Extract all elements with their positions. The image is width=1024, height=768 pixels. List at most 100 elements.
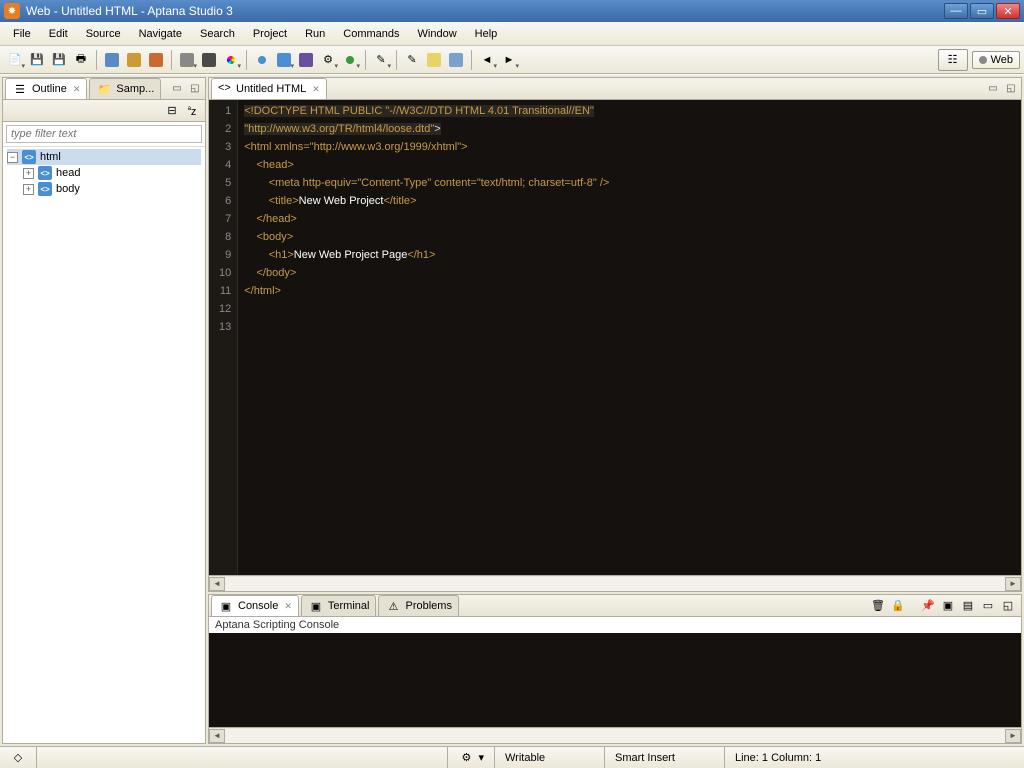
tasks-button[interactable] [445,49,467,71]
web-preview-button[interactable] [198,49,220,71]
tab-outline[interactable]: ☰ Outline ✕ [5,78,87,99]
menu-file[interactable]: File [4,25,40,43]
main-toolbar: 📄 💾 💾 🖶 ⚙ ✎ ✎ ◄ ► ☷ Web [0,46,1024,74]
perspective-label: Web [991,54,1013,66]
window-minimize-button[interactable]: — [944,3,968,19]
html-tag-icon: <> [38,182,52,196]
editor-minimize-button[interactable]: ▭ [985,82,1001,96]
notes-button[interactable] [423,49,445,71]
scroll-right-button[interactable]: ► [1005,729,1021,743]
console-icon: ▣ [218,598,234,614]
menubar: FileEditSourceNavigateSearchProjectRunCo… [0,22,1024,46]
tab-problems-label: Problems [405,600,451,612]
console-clear-button[interactable]: 🗑 [869,598,887,614]
status-message [36,747,447,768]
view-maximize-button[interactable]: ◱ [187,82,203,96]
highlight-button[interactable]: ✎ [401,49,423,71]
new-button[interactable]: 📄 [4,49,26,71]
editor-horizontal-scrollbar[interactable]: ◄ ► [209,575,1021,591]
expand-icon[interactable]: − [7,152,18,163]
tab-samples[interactable]: 📁 Samp... [89,78,161,99]
tab-outline-label: Outline [32,83,67,95]
scroll-left-button[interactable]: ◄ [209,729,225,743]
window-title: Web - Untitled HTML - Aptana Studio 3 [26,4,944,18]
expand-icon[interactable]: + [23,168,34,179]
menu-run[interactable]: Run [296,25,334,43]
tab-problems[interactable]: ⚠ Problems [378,595,458,616]
console-display-selected-button[interactable]: ▣ [939,598,957,614]
nav-back-button[interactable]: ◄ [476,49,498,71]
menu-search[interactable]: Search [191,25,244,43]
console-lock-button[interactable]: 🔒 [889,598,907,614]
tab-terminal[interactable]: ▣ Terminal [301,595,377,616]
print-button[interactable]: 🖶 [70,49,92,71]
outline-icon: ☰ [12,81,28,97]
show-terminal-button[interactable] [123,49,145,71]
expand-icon[interactable]: + [23,184,34,195]
sort-button[interactable]: ᵃz [183,102,201,120]
save-all-button[interactable]: 💾 [48,49,70,71]
tree-node-head[interactable]: + <> head [23,165,201,181]
theme-button[interactable] [176,49,198,71]
outline-tabrow: ☰ Outline ✕ 📁 Samp... ▭ ◱ [3,78,205,100]
tab-outline-close-icon[interactable]: ✕ [73,84,81,95]
editor-tab-label: Untitled HTML [236,83,306,95]
menu-navigate[interactable]: Navigate [130,25,191,43]
menu-commands[interactable]: Commands [334,25,408,43]
editor-tabrow: <> Untitled HTML ✕ ▭ ◱ [209,78,1021,100]
window-maximize-button[interactable]: ▭ [970,3,994,19]
open-browser-button[interactable] [251,49,273,71]
tree-node-body[interactable]: + <> body [23,181,201,197]
tab-console-close-icon[interactable]: ✕ [284,601,292,612]
tab-console[interactable]: ▣ Console ✕ [211,595,299,616]
menu-source[interactable]: Source [77,25,130,43]
console-open-button[interactable]: ▤ [959,598,977,614]
scroll-left-button[interactable]: ◄ [209,577,225,591]
scripts-button[interactable]: ⚙ [317,49,339,71]
bottom-minimize-button[interactable]: ▭ [979,598,997,614]
git-button[interactable] [145,49,167,71]
nav-forward-button[interactable]: ► [498,49,520,71]
tree-node-label: body [56,183,80,195]
samples-icon: 📁 [96,81,112,97]
editor-tab-untitled[interactable]: <> Untitled HTML ✕ [211,78,327,99]
html-tag-icon: <> [38,166,52,180]
problems-icon: ⚠ [385,598,401,614]
status-quickaccess-button[interactable]: ◇ [0,747,36,768]
perspective-web-button[interactable]: Web [972,51,1020,69]
collapse-all-button[interactable]: ⊟ [163,102,181,120]
window-close-button[interactable]: ✕ [996,3,1020,19]
console-pin-button[interactable]: 📌 [919,598,937,614]
console-output[interactable] [209,633,1021,727]
code-area[interactable]: <!DOCTYPE HTML PUBLIC "-//W3C//DTD HTML … [238,100,1021,575]
status-insert-mode: Smart Insert [604,747,724,768]
outline-tree[interactable]: − <> html + <> head + <> body [3,147,205,743]
editor-maximize-button[interactable]: ◱ [1003,82,1019,96]
window-titlebar: ✸ Web - Untitled HTML - Aptana Studio 3 … [0,0,1024,22]
html-file-icon: <> [218,82,232,96]
run-button[interactable] [339,49,361,71]
menu-window[interactable]: Window [409,25,466,43]
deploy-button[interactable] [273,49,295,71]
save-button[interactable]: 💾 [26,49,48,71]
bottom-tabrow: ▣ Console ✕ ▣ Terminal ⚠ Problems 🗑 🔒 📌 [209,595,1021,617]
bottom-maximize-button[interactable]: ◱ [999,598,1017,614]
open-perspective-button[interactable]: ☷ [938,49,968,71]
status-edit-mode: Writable [494,747,604,768]
view-minimize-button[interactable]: ▭ [169,82,185,96]
publish-button[interactable] [295,49,317,71]
console-horizontal-scrollbar[interactable]: ◄ ► [209,727,1021,743]
menu-project[interactable]: Project [244,25,296,43]
tree-node-html[interactable]: − <> html [7,149,201,165]
outline-toolbar: ⊟ ᵃz [3,100,205,122]
status-build-button[interactable]: ⚙▾ [447,747,494,768]
menu-help[interactable]: Help [466,25,507,43]
app-explorer-button[interactable] [101,49,123,71]
scroll-right-button[interactable]: ► [1005,577,1021,591]
color-picker-button[interactable] [220,49,242,71]
editor-tab-close-icon[interactable]: ✕ [312,84,320,95]
outline-filter-input[interactable] [6,125,202,143]
menu-edit[interactable]: Edit [40,25,77,43]
wand-button[interactable]: ✎ [370,49,392,71]
code-editor[interactable]: 12345678910111213 <!DOCTYPE HTML PUBLIC … [209,100,1021,575]
